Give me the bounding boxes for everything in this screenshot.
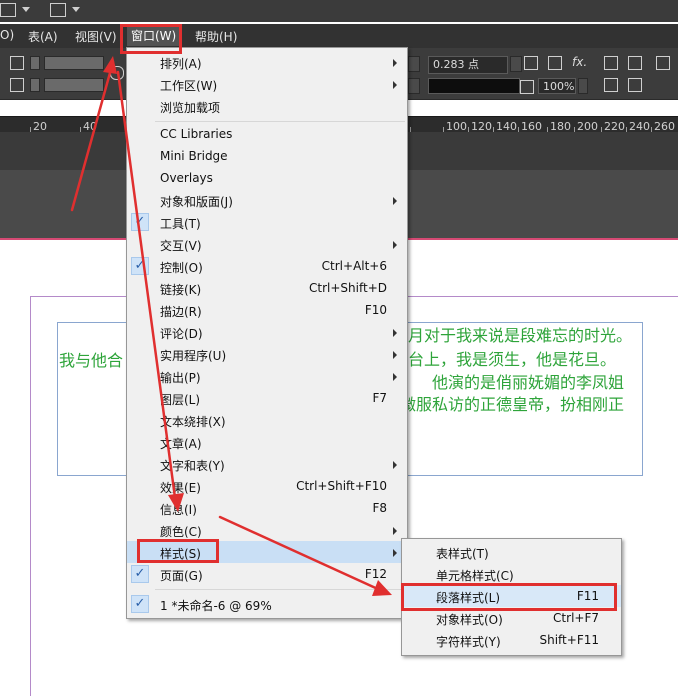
annotation-arrowhead [103, 56, 117, 74]
annotation-arrow-line [70, 60, 115, 212]
annotation-arrowhead [372, 580, 392, 596]
annotation-arrows [70, 56, 392, 596]
annotation-arrow-line [116, 70, 178, 507]
annotation-arrowhead [168, 493, 184, 512]
annotation-arrow-line [218, 515, 382, 592]
